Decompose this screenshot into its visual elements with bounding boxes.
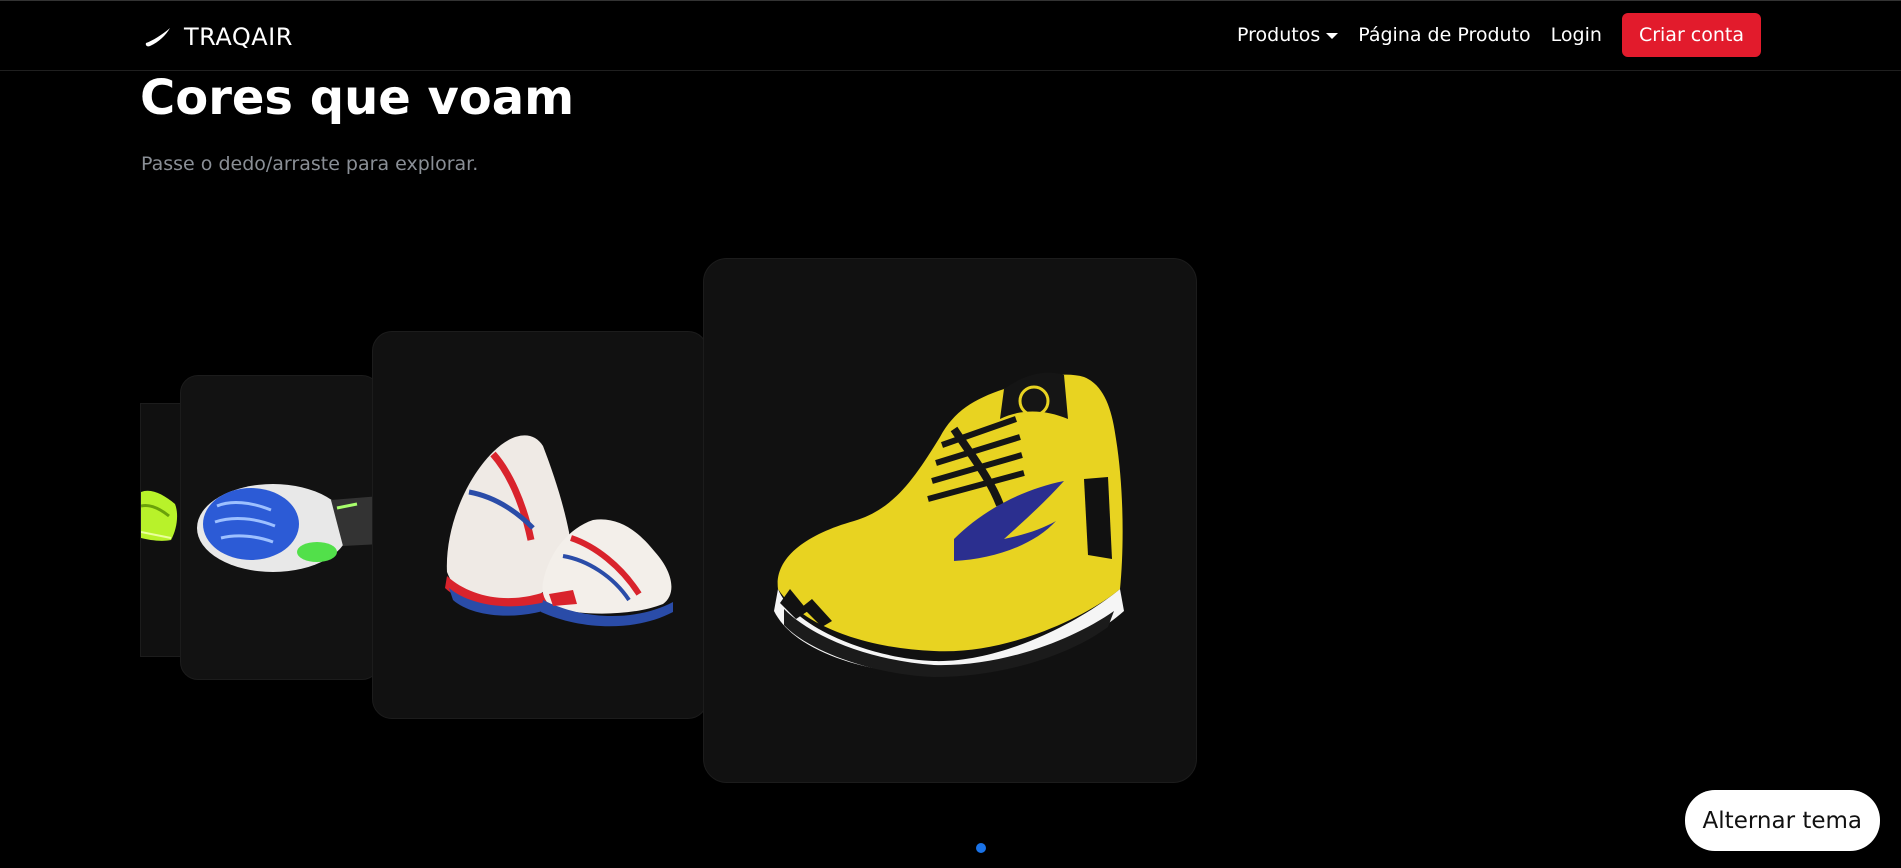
carousel-card-1-active[interactable] [703,258,1197,783]
alternar-tema-button[interactable]: Alternar tema [1684,790,1880,851]
top-navbar: TRAQAIR Produtos Página de Produto Login… [0,0,1901,71]
carousel-card-3[interactable] [180,375,380,680]
caret-down-icon [1326,33,1339,39]
carousel-indicator-dot[interactable] [976,843,986,853]
brand-name: TRAQAIR [184,23,293,51]
page-title: Cores que voam [140,70,575,126]
nav-login[interactable]: Login [1551,24,1602,46]
criar-conta-button[interactable]: Criar conta [1621,13,1761,57]
blue-sole-shoe-image [197,484,379,572]
brand-link[interactable]: TRAQAIR [144,23,293,51]
white-red-blue-shoes-image [445,435,673,627]
main-nav: Produtos Página de Produto Login Criar c… [1237,12,1761,58]
nav-produtos-label: Produtos [1237,24,1321,46]
nav-pagina-produto[interactable]: Página de Produto [1358,24,1530,46]
page-subtitle: Passe o dedo/arraste para explorar. [141,153,479,175]
carousel-card-2[interactable] [372,331,708,719]
nav-produtos-dropdown[interactable]: Produtos [1237,24,1339,46]
swoosh-icon [145,28,170,47]
yellow-running-shoe-image [774,372,1124,677]
